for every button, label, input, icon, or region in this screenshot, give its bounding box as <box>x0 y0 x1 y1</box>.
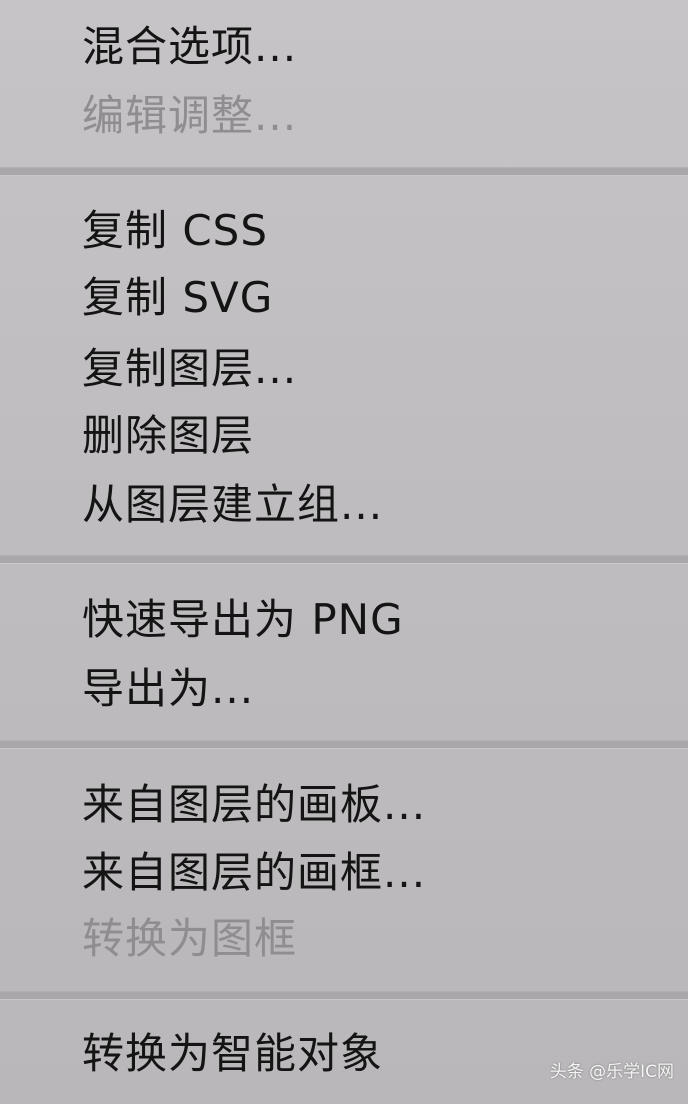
menu-separator <box>0 740 688 749</box>
menu-item-delete-layer[interactable]: 删除图层 <box>82 408 254 464</box>
context-menu: 混合选项... 编辑调整... 复制 CSS 复制 SVG 复制图层... 删除… <box>0 0 688 1104</box>
menu-item-quick-export-png[interactable]: 快速导出为 PNG <box>82 592 404 648</box>
menu-item-edit-adjustment: 编辑调整... <box>82 91 298 140</box>
menu-separator <box>0 555 688 564</box>
menu-item-frame-from-layers[interactable]: 来自图层的画框... <box>82 845 426 901</box>
watermark: 头条 @乐学IC网 <box>549 1062 674 1082</box>
menu-item-artboard-from-layers[interactable]: 来自图层的画板... <box>82 777 426 833</box>
menu-item-copy-svg[interactable]: 复制 SVG <box>82 270 273 326</box>
menu-item-copy-css[interactable]: 复制 CSS <box>82 203 268 259</box>
menu-item-duplicate-layer[interactable]: 复制图层... <box>82 341 297 397</box>
menu-separator <box>0 167 688 176</box>
menu-separator <box>0 991 688 1000</box>
menu-item-convert-to-frame: 转换为图框 <box>82 914 298 963</box>
menu-item-convert-to-smart-object[interactable]: 转换为智能对象 <box>82 1026 383 1082</box>
menu-item-group-from-layers[interactable]: 从图层建立组... <box>82 477 383 533</box>
menu-item-export-as[interactable]: 导出为... <box>82 661 254 717</box>
menu-item-blending-options[interactable]: 混合选项... <box>82 19 297 75</box>
